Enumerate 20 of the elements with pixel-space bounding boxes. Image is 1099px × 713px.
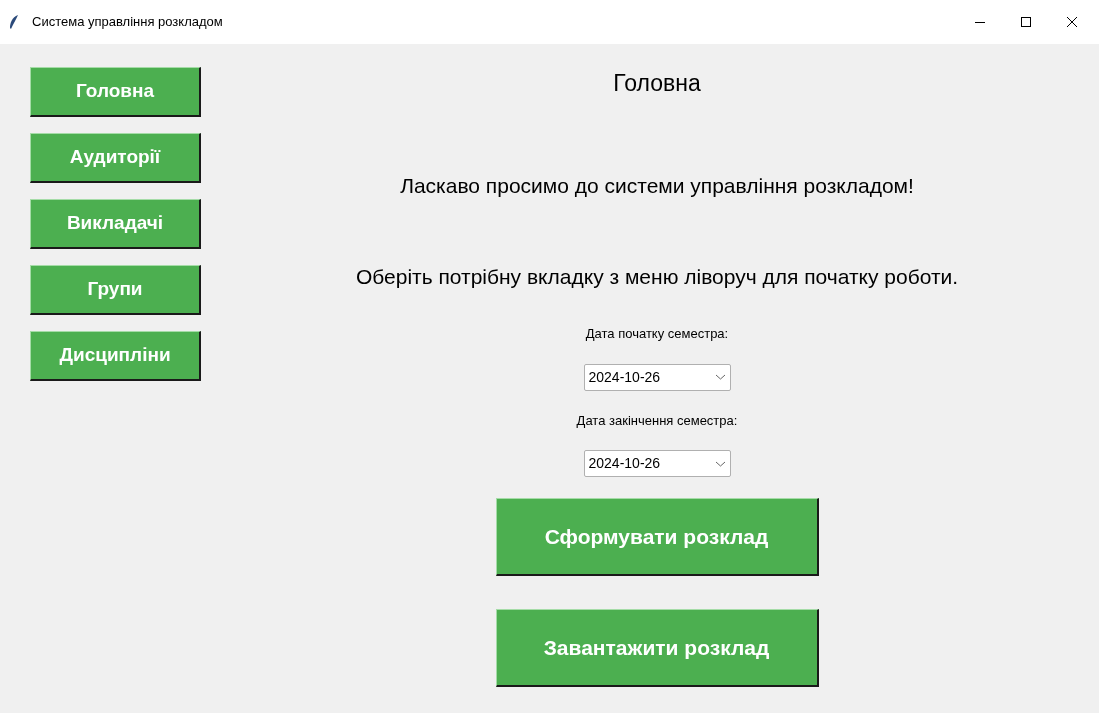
date-dropdown[interactable]: 2024-10-26 bbox=[583, 450, 731, 477]
nav-button[interactable]: Дисципліни bbox=[30, 331, 201, 381]
date-label: Дата початку семестра: bbox=[585, 325, 729, 343]
action-button[interactable]: Сформувати розклад bbox=[495, 498, 819, 576]
maximize-icon bbox=[1020, 16, 1032, 28]
hint-text: Оберіть потрібну вкладку з меню ліворуч для початку роботи. bbox=[355, 263, 959, 290]
nav-button[interactable]: Головна bbox=[30, 67, 201, 117]
nav-button[interactable]: Аудиторії bbox=[30, 133, 201, 183]
chevron-icon bbox=[714, 374, 726, 380]
welcome-text: Ласкаво просимо до системи управління розкладом! bbox=[400, 173, 914, 199]
nav-button[interactable]: Групи bbox=[30, 265, 201, 315]
page-heading: Головна bbox=[613, 69, 701, 96]
date-label: Дата закінчення семестра: bbox=[576, 411, 738, 430]
feather-icon bbox=[8, 14, 20, 30]
action-button[interactable]: Завантажити розклад bbox=[495, 609, 819, 687]
nav-button[interactable]: Викладачі bbox=[30, 199, 201, 249]
chevron-icon bbox=[714, 460, 726, 467]
close-icon bbox=[1066, 16, 1078, 28]
date-dropdown[interactable]: 2024-10-26 bbox=[583, 363, 731, 391]
window-title: Система управління розкладом bbox=[32, 13, 223, 32]
